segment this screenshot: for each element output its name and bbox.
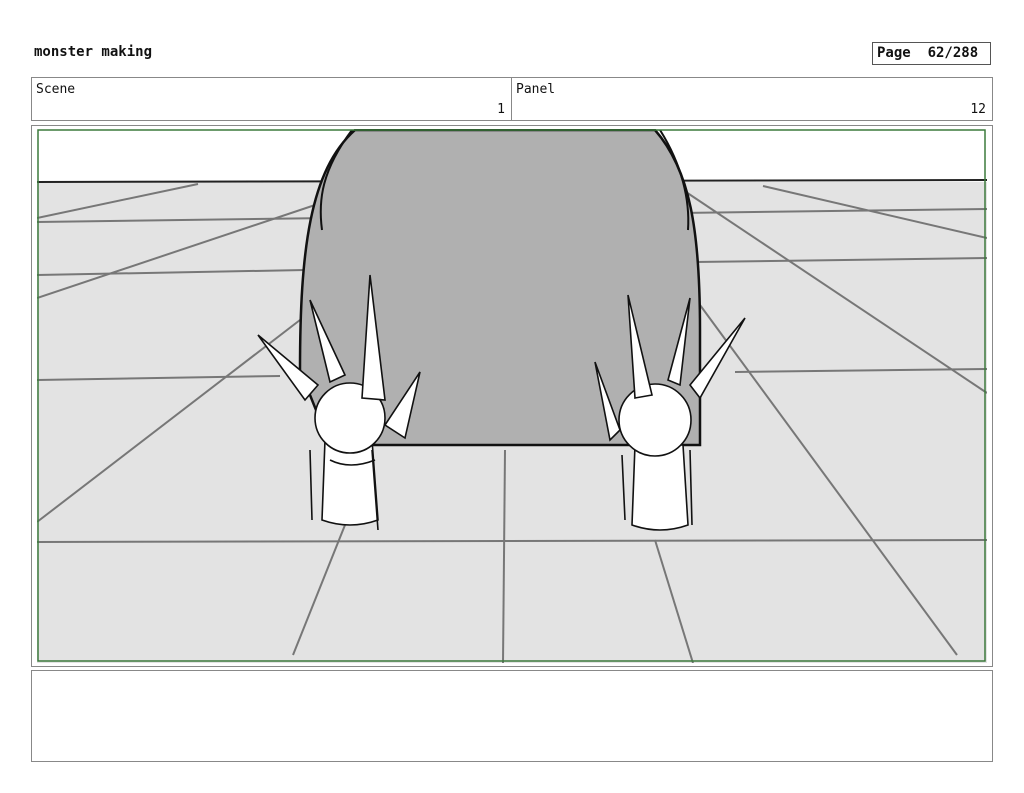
panel-label: Panel: [516, 82, 556, 97]
page-number: 62/288: [927, 45, 979, 61]
notes-box[interactable]: [31, 670, 993, 762]
storyboard-title: monster making: [34, 44, 153, 60]
scene-number: 1: [497, 102, 505, 117]
panel-number: 12: [970, 102, 986, 117]
storyboard-sketch: [37, 129, 987, 663]
scene-field: Scene 1: [31, 77, 512, 121]
page-indicator: Page 62/288: [872, 42, 991, 65]
scene-label: Scene: [36, 82, 76, 97]
page-label: Page: [877, 45, 911, 61]
panel-field: Panel 12: [511, 77, 993, 121]
